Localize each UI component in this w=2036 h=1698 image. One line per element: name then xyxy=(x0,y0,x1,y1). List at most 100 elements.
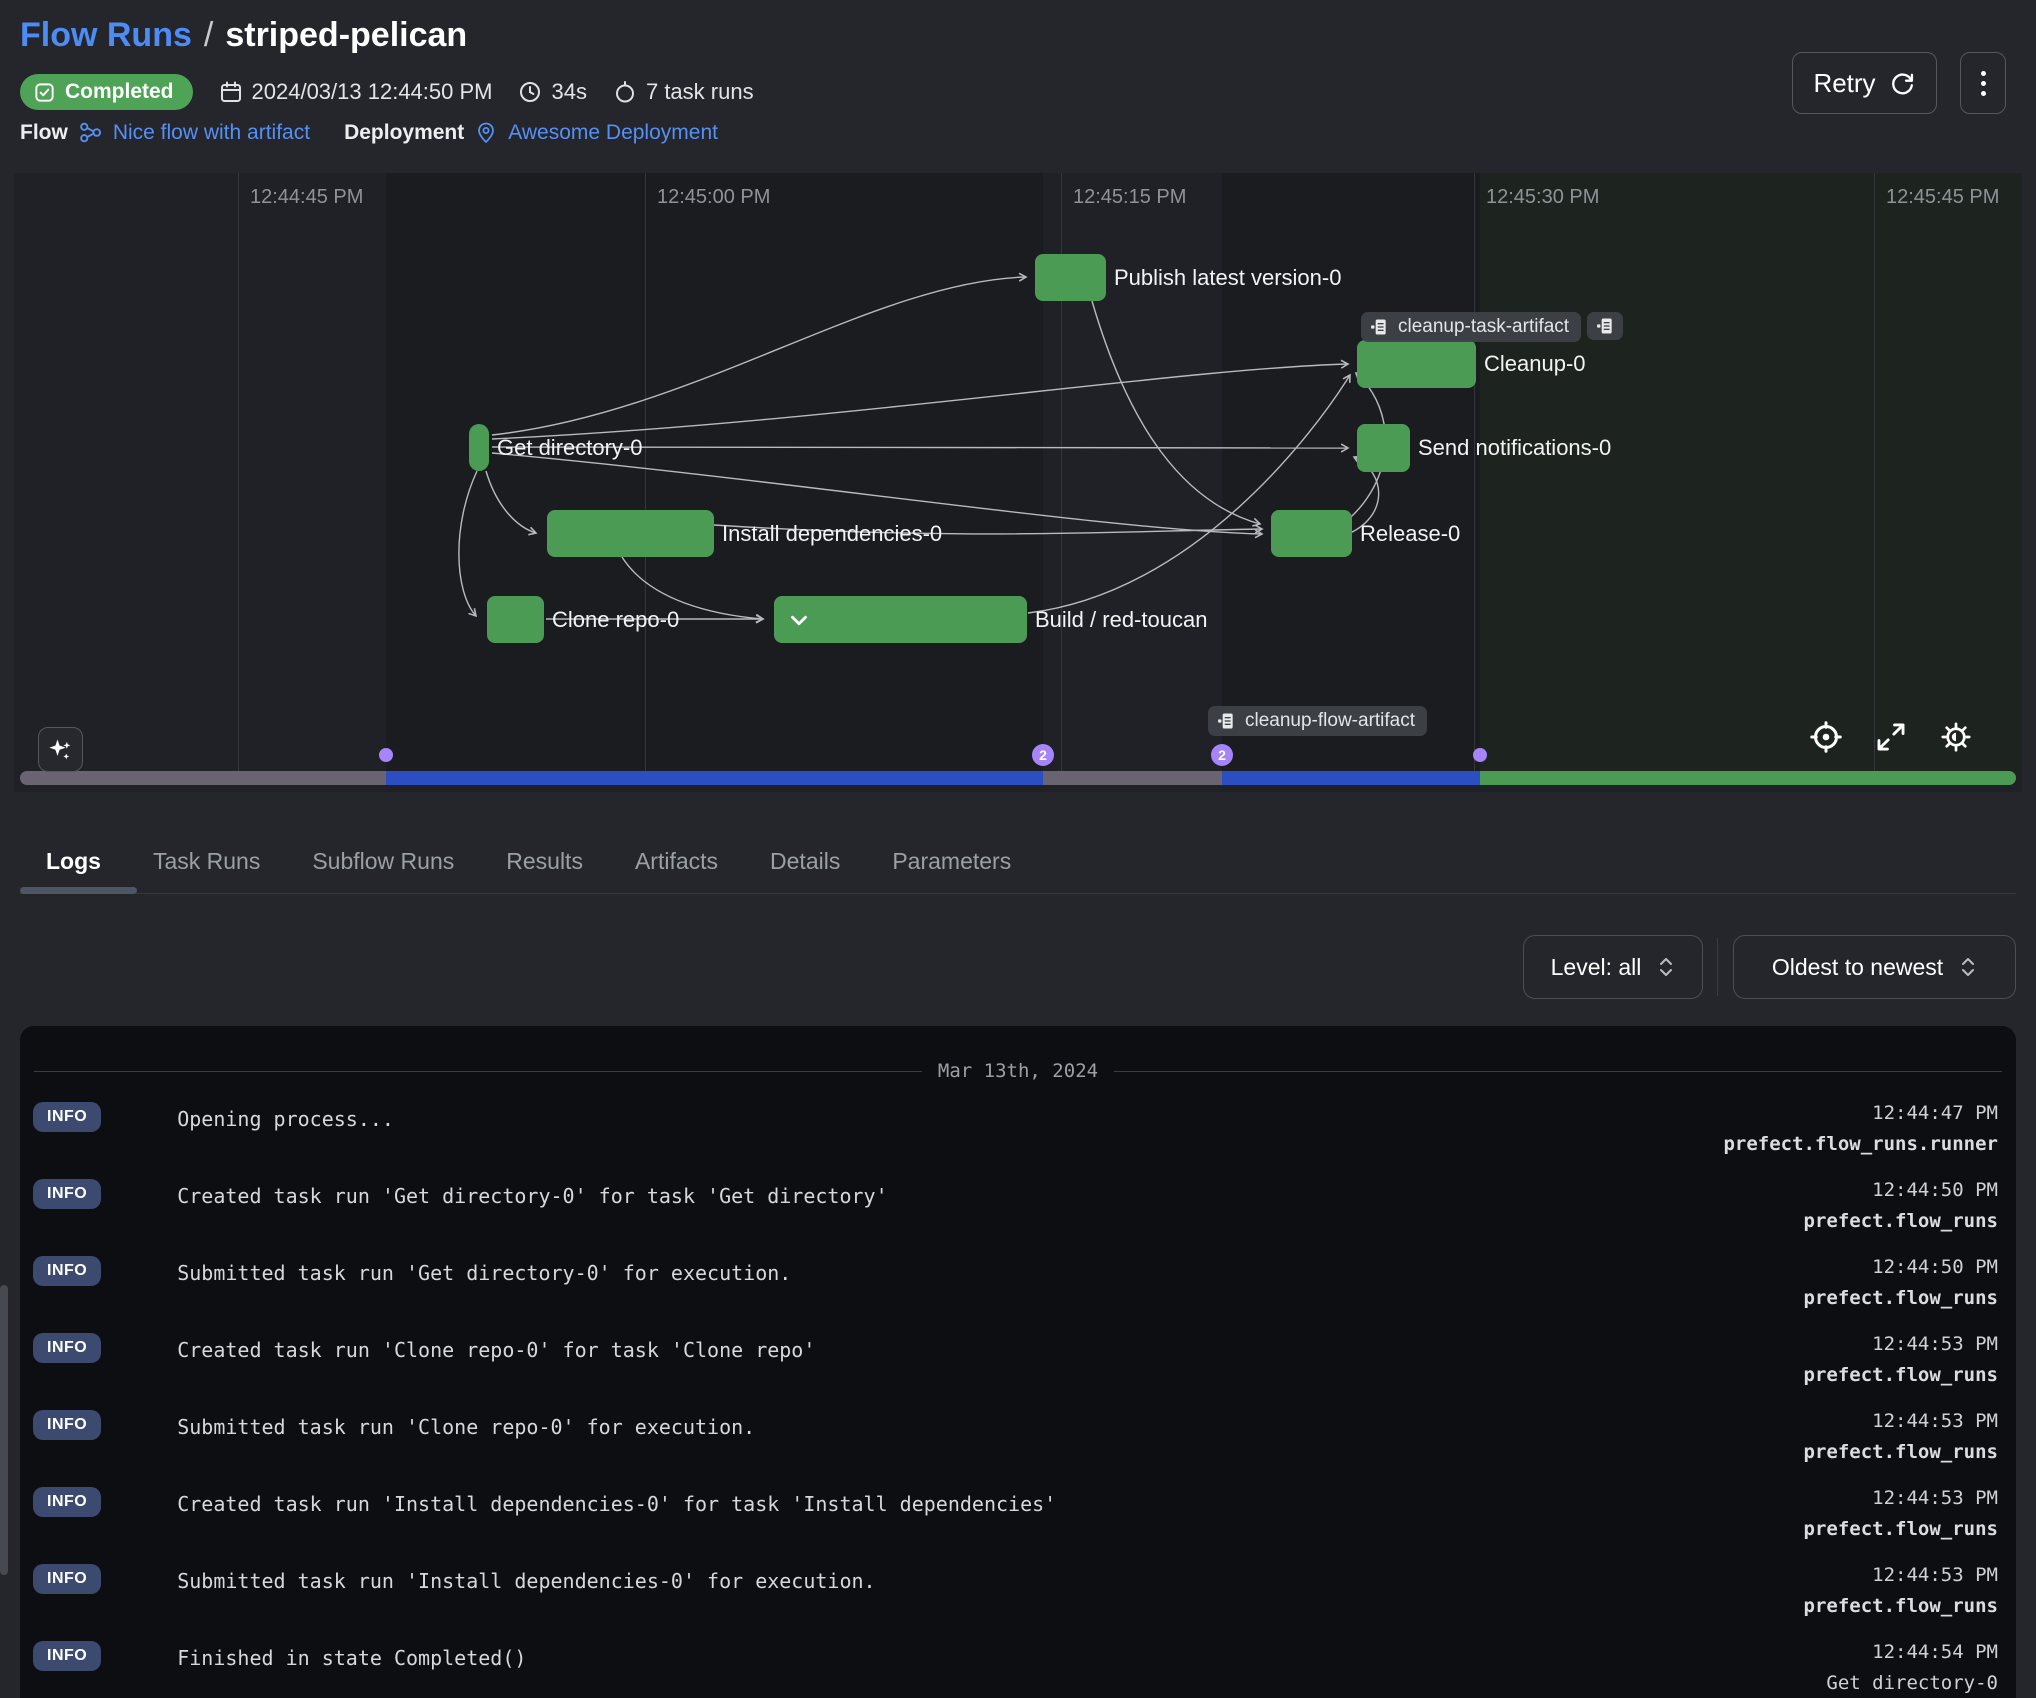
log-message: Submitted task run 'Get directory-0' for… xyxy=(177,1256,1803,1285)
breadcrumb: Flow Runs / striped-pelican xyxy=(20,16,467,55)
minimap-count: 2 xyxy=(1039,747,1047,763)
graph-settings-gear-icon[interactable] xyxy=(1938,719,1974,755)
log-logger: prefect.flow_runs xyxy=(1804,1441,1998,1463)
flow-link[interactable]: Nice flow with artifact xyxy=(113,121,310,145)
log-sort-select[interactable]: Oldest to newest xyxy=(1733,935,2016,999)
retry-button[interactable]: Retry xyxy=(1792,52,1937,114)
tab-subflow-runs[interactable]: Subflow Runs xyxy=(286,834,480,889)
check-square-icon xyxy=(33,81,56,104)
log-logger: prefect.flow_runs xyxy=(1804,1287,1998,1309)
log-message: Created task run 'Clone repo-0' for task… xyxy=(177,1333,1803,1362)
start-time-value: 2024/03/13 12:44:50 PM xyxy=(252,79,493,105)
logs-panel: Mar 13th, 2024 INFO Opening process... 1… xyxy=(20,1026,2016,1698)
subflow-node-build[interactable]: Build / red-toucan xyxy=(774,596,1027,643)
log-level-badge: INFO xyxy=(33,1102,101,1132)
tab-details[interactable]: Details xyxy=(744,834,866,889)
log-timestamp: 12:44:50 PM xyxy=(1804,1256,1998,1278)
log-row[interactable]: INFO Created task run 'Install dependenc… xyxy=(20,1475,2016,1552)
log-level-badge: INFO xyxy=(33,1410,101,1440)
log-row[interactable]: INFO Finished in state Completed() 12:44… xyxy=(20,1629,2016,1698)
deployment-pin-icon xyxy=(474,121,498,145)
page-scrollbar-thumb[interactable] xyxy=(0,1285,8,1575)
tab-parameters[interactable]: Parameters xyxy=(866,834,1037,889)
tab-artifacts[interactable]: Artifacts xyxy=(609,834,744,889)
breadcrumb-separator: / xyxy=(204,16,213,55)
log-timestamp: 12:44:53 PM xyxy=(1804,1333,1998,1355)
log-timestamp: 12:44:53 PM xyxy=(1804,1410,1998,1432)
task-node-clone-repo[interactable]: Clone repo-0 xyxy=(487,596,544,643)
task-node-get-directory[interactable]: Get directory-0 xyxy=(469,424,489,471)
task-icon xyxy=(613,80,637,104)
task-node-send-notifications[interactable]: Send notifications-0 xyxy=(1357,424,1410,472)
log-row[interactable]: INFO Submitted task run 'Get directory-0… xyxy=(20,1244,2016,1321)
log-row[interactable]: INFO Created task run 'Clone repo-0' for… xyxy=(20,1321,2016,1398)
task-run-count: 7 task runs xyxy=(613,79,754,105)
scrub-segment-running xyxy=(1222,771,1480,785)
breadcrumb-flow-runs-link[interactable]: Flow Runs xyxy=(20,16,192,55)
log-level-badge: INFO xyxy=(33,1564,101,1594)
scrub-segment-idle xyxy=(20,771,386,785)
more-actions-button[interactable] xyxy=(1960,52,2006,114)
task-node-label: Cleanup-0 xyxy=(1484,351,1586,377)
minimap-marker-count[interactable]: 2 xyxy=(1032,744,1054,766)
artifact-badge-extra[interactable] xyxy=(1587,312,1623,340)
log-logger: prefect.flow_runs xyxy=(1804,1210,1998,1232)
duration-value: 34s xyxy=(551,79,586,105)
log-level-badge: INFO xyxy=(33,1641,101,1671)
log-row[interactable]: INFO Submitted task run 'Install depende… xyxy=(20,1552,2016,1629)
tab-logs[interactable]: Logs xyxy=(20,834,127,889)
task-node-label: Clone repo-0 xyxy=(552,607,679,633)
filter-divider xyxy=(1717,938,1718,996)
log-logger: prefect.flow_runs xyxy=(1804,1518,1998,1540)
graph-ai-button[interactable] xyxy=(38,727,83,772)
retry-refresh-icon xyxy=(1888,69,1916,97)
task-node-release[interactable]: Release-0 xyxy=(1271,510,1352,557)
log-timestamp: 12:44:54 PM xyxy=(1804,1641,1998,1663)
chevron-down-icon[interactable] xyxy=(786,607,812,633)
scrub-segment-completed xyxy=(1480,771,2016,785)
minimap-marker-count[interactable]: 2 xyxy=(1211,744,1233,766)
select-chevrons-icon xyxy=(1959,955,1977,979)
select-chevrons-icon xyxy=(1657,955,1675,979)
dependency-edges xyxy=(14,173,2022,771)
log-row[interactable]: INFO Submitted task run 'Clone repo-0' f… xyxy=(20,1398,2016,1475)
retry-label: Retry xyxy=(1813,68,1875,99)
deployment-link[interactable]: Awesome Deployment xyxy=(508,121,718,145)
flow-run-meta: Completed 2024/03/13 12:44:50 PM 34s 7 t… xyxy=(20,74,754,110)
log-task-name: Get directory-0 xyxy=(1804,1672,1998,1694)
fullscreen-icon[interactable] xyxy=(1874,720,1908,754)
artifact-badge-label: cleanup-flow-artifact xyxy=(1245,710,1415,732)
minimap-marker[interactable] xyxy=(379,748,393,762)
task-node-label: Publish latest version-0 xyxy=(1114,265,1341,291)
task-node-install-dependencies[interactable]: Install dependencies-0 xyxy=(547,510,714,557)
flow-deployment-row: Flow Nice flow with artifact Deployment … xyxy=(20,120,718,145)
graph-controls xyxy=(1808,719,1974,755)
log-timestamp: 12:44:47 PM xyxy=(1723,1102,1998,1124)
task-node-label: Install dependencies-0 xyxy=(722,521,942,547)
artifact-icon xyxy=(1216,711,1236,731)
task-node-cleanup[interactable]: Cleanup-0 xyxy=(1357,340,1476,388)
log-row[interactable]: INFO Opening process... 12:44:47 PM pref… xyxy=(20,1090,2016,1167)
minimap-marker[interactable] xyxy=(1473,748,1487,762)
log-message: Opening process... xyxy=(177,1102,1723,1131)
timeline-scrubber[interactable] xyxy=(20,771,2016,785)
tabs-divider xyxy=(20,893,2016,894)
task-node-publish-latest-version[interactable]: Publish latest version-0 xyxy=(1035,254,1106,301)
scrub-segment-running xyxy=(386,771,1043,785)
log-level-badge: INFO xyxy=(33,1179,101,1209)
tab-results[interactable]: Results xyxy=(480,834,609,889)
flow-label: Flow xyxy=(20,121,68,145)
task-node-label: Release-0 xyxy=(1360,521,1460,547)
log-timestamp: 12:44:50 PM xyxy=(1804,1179,1998,1201)
recenter-target-icon[interactable] xyxy=(1808,719,1844,755)
flow-run-graph[interactable]: 12:44:45 PM 12:45:00 PM 12:45:15 PM 12:4… xyxy=(14,173,2022,792)
tab-task-runs[interactable]: Task Runs xyxy=(127,834,286,889)
duration: 34s xyxy=(518,79,586,105)
log-level-badge: INFO xyxy=(33,1256,101,1286)
log-row[interactable]: INFO Created task run 'Get directory-0' … xyxy=(20,1167,2016,1244)
minimap-count: 2 xyxy=(1218,747,1226,763)
log-level-select[interactable]: Level: all xyxy=(1523,935,1703,999)
log-level-badge: INFO xyxy=(33,1333,101,1363)
artifact-badge-cleanup-flow[interactable]: cleanup-flow-artifact xyxy=(1208,706,1427,736)
artifact-badge-cleanup-task[interactable]: cleanup-task-artifact xyxy=(1361,312,1581,342)
